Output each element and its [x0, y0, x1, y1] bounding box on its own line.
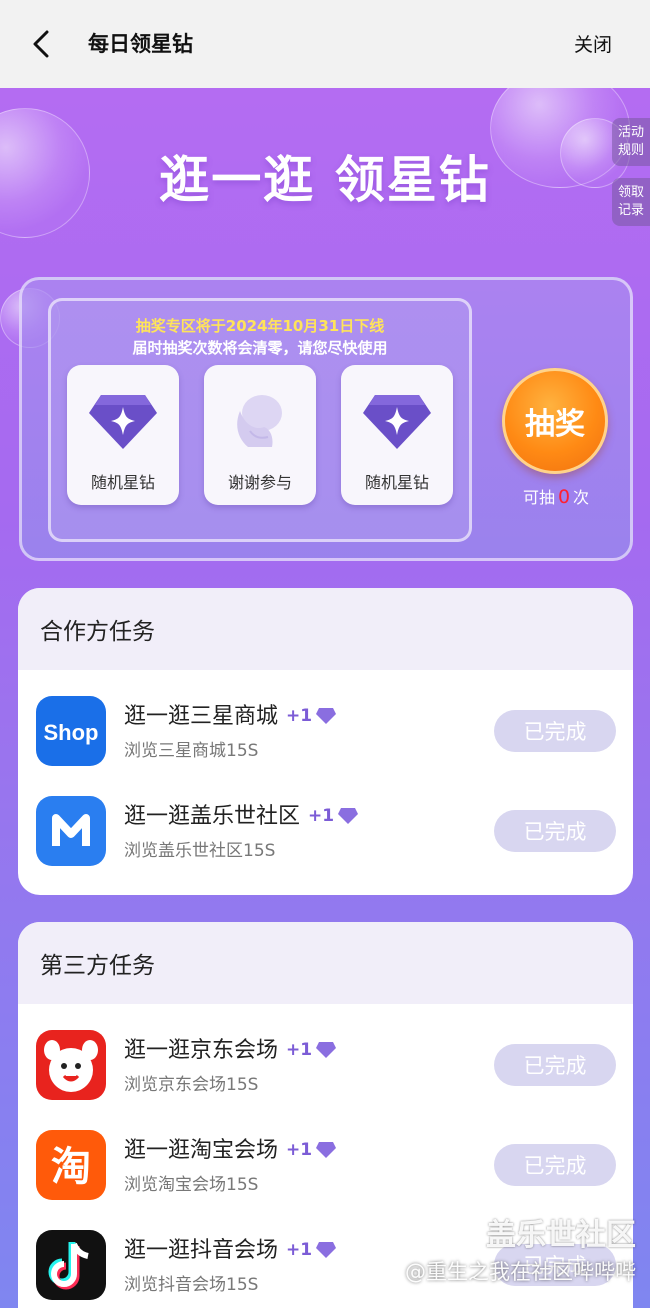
prize-card: 随机星钻 — [67, 365, 179, 505]
task-title: 逛一逛三星商城 +1 — [124, 698, 337, 730]
back-arrow-icon[interactable] — [24, 26, 58, 62]
taobao-icon: 淘 — [36, 1130, 106, 1200]
claim-records-tab[interactable]: 领取 记录 — [612, 178, 650, 226]
activity-rules-tab[interactable]: 活动 规则 — [612, 118, 650, 166]
diamond-icon — [316, 1042, 337, 1058]
partner-tasks-panel: 合作方任务 Shop 逛一逛三星商城 +1 浏览三星商城15S 已完成 逛一逛盖乐… — [18, 588, 633, 895]
samsung-shop-icon: Shop — [36, 696, 106, 766]
close-button[interactable]: 关闭 — [574, 30, 612, 57]
diamond-icon — [89, 395, 157, 449]
task-completed-button[interactable]: 已完成 — [494, 810, 616, 852]
task-title-text: 逛一逛盖乐世社区 — [124, 804, 301, 829]
draw-count-suffix: 次 — [573, 488, 590, 507]
draw-count-prefix: 可抽 — [522, 488, 555, 507]
task-row: Shop 逛一逛三星商城 +1 浏览三星商城15S 已完成 — [18, 674, 633, 774]
lottery-notice: 抽奖专区将于2024年10月31日下线 届时抽奖次数将会清零，请您尽快使用 — [51, 315, 469, 359]
task-title-text: 逛一逛抖音会场 — [124, 1238, 279, 1263]
watermark-brand: 盖乐世社区 — [486, 1218, 636, 1253]
task-row: 逛一逛盖乐世社区 +1 浏览盖乐世社区15S 已完成 — [18, 774, 633, 874]
hero-title: 逛一逛 领星钻 — [159, 151, 491, 209]
diamond-icon — [316, 708, 337, 724]
task-row: 淘 逛一逛淘宝会场 +1 浏览淘宝会场15S 已完成 — [18, 1108, 633, 1208]
diamond-icon — [316, 1142, 337, 1158]
lottery-panel: 抽奖专区将于2024年10月31日下线 届时抽奖次数将会清零，请您尽快使用 随机… — [19, 277, 633, 561]
task-completed-button[interactable]: 已完成 — [494, 710, 616, 752]
task-subtitle: 浏览淘宝会场15S — [124, 1175, 259, 1195]
panel-heading: 合作方任务 — [18, 588, 633, 670]
diamond-icon — [363, 395, 431, 449]
svg-text:淘: 淘 — [51, 1144, 91, 1190]
svg-text:Shop: Shop — [44, 720, 99, 745]
diamond-icon — [338, 808, 359, 824]
prize-card: 谢谢参与 — [204, 365, 316, 505]
task-subtitle: 浏览抖音会场15S — [124, 1275, 259, 1295]
panel-heading: 第三方任务 — [18, 922, 633, 1004]
task-title: 逛一逛盖乐世社区 +1 — [124, 798, 359, 830]
task-title-text: 逛一逛淘宝会场 — [124, 1138, 279, 1163]
task-subtitle: 浏览三星商城15S — [124, 741, 259, 761]
reward-label: +1 — [286, 706, 313, 726]
watermark-author: @重生之我在社区哔哔哔 — [405, 1260, 636, 1284]
reward-label: +1 — [286, 1140, 313, 1160]
task-title: 逛一逛京东会场 +1 — [124, 1032, 337, 1064]
prize-label: 谢谢参与 — [227, 473, 292, 492]
page-title: 每日领星钻 — [88, 32, 193, 56]
reward-label: +1 — [308, 806, 335, 826]
prize-label: 随机星钻 — [364, 473, 429, 492]
task-subtitle: 浏览盖乐世社区15S — [124, 841, 276, 861]
diamond-icon — [316, 1242, 337, 1258]
prize-card: 随机星钻 — [341, 365, 453, 505]
task-completed-button[interactable]: 已完成 — [494, 1144, 616, 1186]
draw-count: 可抽 0 次 — [500, 484, 612, 508]
draw-count-value: 0 — [557, 486, 571, 508]
members-icon — [36, 796, 106, 866]
notice-line-1: 抽奖专区将于2024年10月31日下线 — [135, 317, 385, 335]
top-bar: 每日领星钻 关闭 — [0, 0, 650, 88]
task-title-text: 逛一逛三星商城 — [124, 704, 279, 729]
hero-section: 逛一逛 领星钻 活动 规则 领取 记录 抽奖专区将于2024年10月31日下线 … — [0, 88, 650, 1308]
thanks-icon — [237, 395, 282, 447]
task-title: 逛一逛抖音会场 +1 — [124, 1232, 337, 1264]
douyin-icon — [36, 1230, 106, 1300]
draw-button[interactable]: 抽奖 — [502, 368, 608, 474]
notice-line-2: 届时抽奖次数将会清零，请您尽快使用 — [132, 339, 388, 357]
task-title-text: 逛一逛京东会场 — [124, 1038, 279, 1063]
reward-label: +1 — [286, 1240, 313, 1260]
task-title: 逛一逛淘宝会场 +1 — [124, 1132, 337, 1164]
task-subtitle: 浏览京东会场15S — [124, 1075, 259, 1095]
jd-icon — [36, 1030, 106, 1100]
task-completed-button[interactable]: 已完成 — [494, 1044, 616, 1086]
reward-label: +1 — [286, 1040, 313, 1060]
prize-label: 随机星钻 — [90, 473, 155, 492]
prize-board: 抽奖专区将于2024年10月31日下线 届时抽奖次数将会清零，请您尽快使用 随机… — [48, 298, 472, 542]
task-row: 逛一逛京东会场 +1 浏览京东会场15S 已完成 — [18, 1008, 633, 1108]
